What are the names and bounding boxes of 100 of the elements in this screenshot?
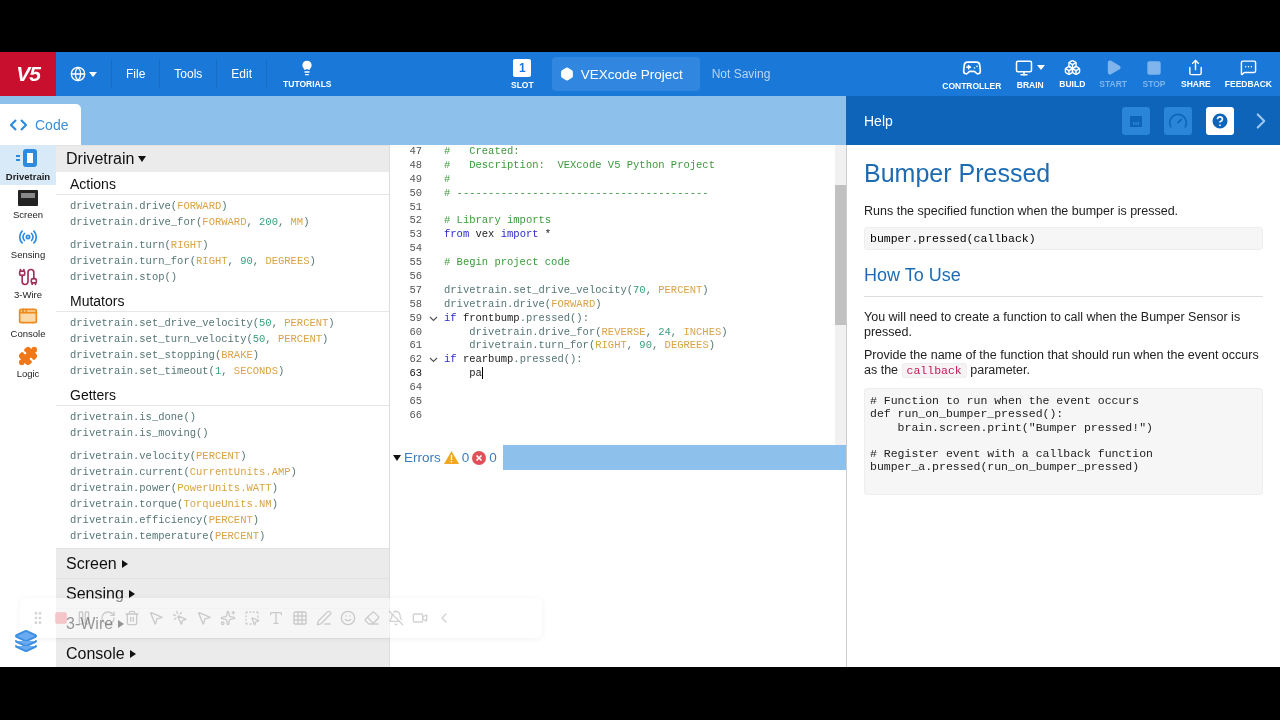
fold-chevron-icon[interactable]: [428, 315, 438, 322]
pointer-icon[interactable]: [196, 610, 212, 626]
code-snippet[interactable]: drivetrain.set_drive_velocity(50, PERCENT): [56, 315, 389, 331]
sparkle-icon[interactable]: [220, 610, 236, 626]
caret-right-icon: [117, 619, 126, 628]
code-snippet[interactable]: drivetrain.turn(RIGHT): [56, 237, 389, 253]
menu-button[interactable]: File: [112, 59, 161, 89]
code-line: # ----------------------------------------: [444, 186, 709, 201]
category-button[interactable]: Drivetrain: [0, 145, 56, 185]
trash-icon[interactable]: [124, 610, 140, 626]
section-title: Actions: [56, 172, 389, 195]
code-snippet[interactable]: drivetrain.torque(TorqueUnits.NM): [56, 496, 389, 512]
port-button[interactable]: [1122, 106, 1150, 135]
code-snippet[interactable]: drivetrain.velocity(PERCENT): [56, 448, 389, 464]
help-paragraph: You will need to create a function to call when the Bumper Sensor is pressed.: [864, 310, 1242, 340]
menu-button[interactable]: Edit: [217, 59, 268, 89]
code-tab[interactable]: Code: [0, 104, 81, 145]
slot-button[interactable]: 1 SLOT: [505, 52, 540, 96]
code-snippet[interactable]: drivetrain.stop(): [56, 269, 389, 285]
layers-icon[interactable]: [14, 629, 38, 653]
project-name-field[interactable]: VEXcode Project: [551, 57, 700, 91]
section-title: Mutators: [56, 289, 389, 312]
code-snippet[interactable]: drivetrain.efficiency(PERCENT): [56, 512, 389, 528]
pointer-icon[interactable]: [148, 610, 164, 626]
toolbar-button[interactable]: BRAIN: [1009, 52, 1052, 96]
line-number: 48: [408, 158, 422, 173]
monitor-icon: [1015, 58, 1034, 77]
category-header[interactable]: Sensing: [56, 578, 389, 608]
code-snippet[interactable]: drivetrain.power(PowerUnits.WATT): [56, 480, 389, 496]
code-line: #: [444, 172, 451, 187]
code-line: drivetrain.set_drive_velocity(70, PERCENT): [444, 283, 709, 298]
smiley-icon[interactable]: [340, 610, 356, 626]
help-summary: Runs the specified function when the bumper is pressed.: [864, 204, 1180, 219]
record-icon[interactable]: [54, 611, 68, 625]
bell-off-icon[interactable]: [388, 610, 404, 626]
help-heading: Bumper Pressed: [864, 159, 1052, 188]
code-snippet[interactable]: drivetrain.is_done(): [56, 409, 389, 425]
line-number: 64: [408, 381, 422, 396]
line-number: 65: [408, 395, 422, 409]
help-button[interactable]: [1206, 106, 1234, 135]
category-header[interactable]: Console: [56, 638, 389, 667]
category-header[interactable]: Screen: [56, 548, 389, 578]
code-snippet[interactable]: drivetrain.turn_for(RIGHT, 90, DEGREES): [56, 253, 389, 269]
code-snippet[interactable]: drivetrain.temperature(PERCENT): [56, 528, 389, 544]
error-icon: [472, 450, 487, 465]
help-subheading: How To Use: [864, 265, 1263, 297]
line-number: 62: [408, 353, 422, 368]
stop-icon: [1146, 59, 1162, 76]
code-snippet[interactable]: drivetrain.set_turn_velocity(50, PERCENT): [56, 331, 389, 347]
toolbar-button[interactable]: FEEDBACK: [1218, 52, 1278, 96]
code-line: # Created:: [444, 145, 520, 159]
blocks-icon: [1063, 59, 1081, 76]
selection-icon[interactable]: [244, 610, 260, 626]
eraser-icon[interactable]: [364, 610, 380, 626]
code-line: drivetrain.drive(FORWARD): [444, 297, 602, 312]
line-number: 54: [408, 242, 422, 257]
code-line: pa: [468, 367, 484, 382]
menu-button[interactable]: Tools: [160, 59, 218, 89]
toolbar-button[interactable]: CONTROLLER: [936, 52, 1008, 96]
code-snippet[interactable]: drivetrain.set_timeout(1, SECONDS): [56, 363, 389, 379]
fold-chevron-icon[interactable]: [428, 357, 438, 364]
category-header[interactable]: Drivetrain: [56, 145, 389, 172]
category-header[interactable]: 3-Wire: [56, 608, 389, 638]
code-snippet[interactable]: drivetrain.current(CurrentUnits.AMP): [56, 464, 389, 480]
pointer-click-icon[interactable]: [172, 610, 188, 626]
code-line: # Library imports: [444, 214, 552, 229]
code-line: # Begin project code: [444, 256, 571, 270]
toolbar-button[interactable]: BUILD: [1053, 52, 1092, 96]
pen-icon[interactable]: [316, 610, 332, 626]
errors-toggle[interactable]: Errors 0 0: [390, 445, 503, 470]
video-icon[interactable]: [412, 610, 428, 626]
toolbar-button[interactable]: SHARE: [1175, 52, 1217, 96]
grid-icon[interactable]: [292, 610, 308, 626]
caret-down-icon: [138, 155, 147, 163]
globe-icon: [70, 66, 86, 82]
line-number: 50: [408, 186, 422, 201]
line-number: 59: [408, 311, 422, 326]
line-number: 49: [408, 172, 422, 187]
line-number: 57: [408, 283, 422, 298]
line-number: 58: [408, 297, 422, 312]
line-number: 52: [408, 214, 422, 229]
gauge-button[interactable]: [1164, 106, 1192, 135]
code-snippet[interactable]: drivetrain.is_moving(): [56, 425, 389, 441]
code-signature: bumper.pressed(callback): [864, 227, 1263, 250]
code-snippet[interactable]: drivetrain.drive_for(FORWARD, 200, MM): [56, 214, 389, 230]
warning-icon: [443, 451, 459, 464]
puzzle-icon: [18, 345, 38, 366]
scrollbar[interactable]: [835, 145, 846, 445]
hexagon-icon: [559, 67, 574, 81]
text-icon[interactable]: [268, 610, 284, 626]
window-icon: [18, 306, 38, 327]
line-number: 53: [408, 228, 422, 243]
screen-icon: [17, 188, 39, 207]
tutorials-button[interactable]: TUTORIALS: [277, 52, 338, 96]
help-paragraph: Provide the name of the function that should run when the event occurs as the callback parameter.: [864, 348, 1260, 378]
caret-icon: [89, 71, 97, 77]
code-line: drivetrain.turn_for(RIGHT, 90, DEGREES): [468, 339, 715, 354]
code-line: if frontbump.pressed():: [444, 311, 589, 326]
code-snippet[interactable]: drivetrain.drive(FORWARD): [56, 198, 389, 214]
code-snippet[interactable]: drivetrain.set_stopping(BRAKE): [56, 347, 389, 363]
